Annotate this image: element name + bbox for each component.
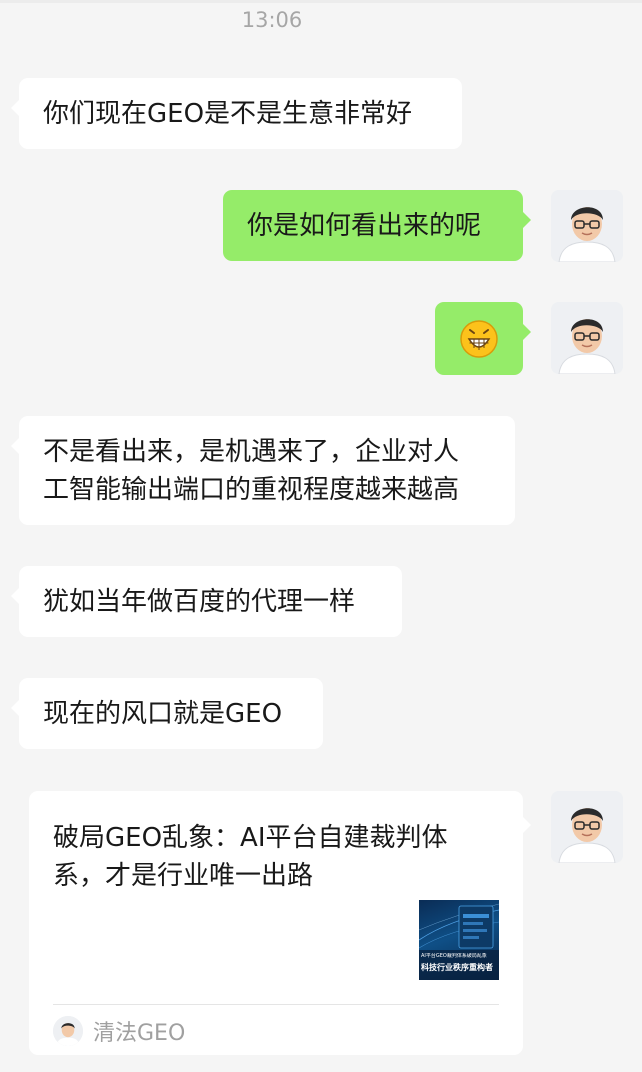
source-name: 清法GEO	[93, 1021, 186, 1046]
article-source: 清法GEO	[53, 1016, 185, 1046]
user-avatar[interactable]	[551, 791, 623, 863]
user-avatar[interactable]	[551, 302, 623, 374]
thumbnail-headline: 科技行业秩序重构者	[421, 963, 493, 972]
person-avatar-icon	[551, 791, 623, 863]
message-bubble-sent[interactable]	[435, 302, 531, 375]
shared-article-card[interactable]: 破局GEO乱象：AI平台自建裁判体 系，才是行业唯一出路 AI平台GEO裁判体系…	[29, 791, 531, 1055]
article-title: 破局GEO乱象：AI平台自建裁判体 系，才是行业唯一出路	[53, 819, 503, 895]
message-bubble-sent[interactable]: 你是如何看出来的呢	[223, 190, 531, 261]
message-bubble-received[interactable]: 你们现在GEO是不是生意非常好	[11, 78, 462, 149]
person-avatar-icon	[53, 1016, 83, 1046]
message-bubble-received[interactable]: 犹如当年做百度的代理一样	[11, 566, 402, 637]
card-divider	[53, 1004, 499, 1005]
article-title-line: 破局GEO乱象：AI平台自建裁判体	[53, 823, 448, 853]
source-avatar	[53, 1016, 83, 1046]
message-text-line: 工智能输出端口的重视程度越来越高	[43, 475, 460, 505]
message-text: 犹如当年做百度的代理一样	[43, 587, 356, 617]
message-text: 你们现在GEO是不是生意非常好	[43, 99, 413, 129]
person-avatar-icon	[551, 190, 623, 262]
message-text: 现在的风口就是GEO	[43, 699, 283, 729]
message-text-line: 不是看出来，是机遇来了，企业对人	[43, 437, 460, 467]
top-divider	[0, 0, 642, 3]
thumbnail-caption: AI平台GEO裁判体系破局乱象	[421, 953, 487, 959]
article-title-line: 系，才是行业唯一出路	[53, 861, 314, 891]
article-thumbnail: AI平台GEO裁判体系破局乱象 科技行业秩序重构者	[419, 900, 499, 980]
message-bubble-received[interactable]: 现在的风口就是GEO	[11, 678, 323, 749]
message-bubble-received[interactable]: 不是看出来，是机遇来了，企业对人 工智能输出端口的重视程度越来越高	[11, 416, 515, 525]
user-avatar[interactable]	[551, 190, 623, 262]
message-text: 你是如何看出来的呢	[247, 211, 482, 241]
message-timestamp: 13:06	[241, 8, 303, 32]
person-avatar-icon	[551, 302, 623, 374]
grinning-face-icon	[460, 319, 498, 358]
